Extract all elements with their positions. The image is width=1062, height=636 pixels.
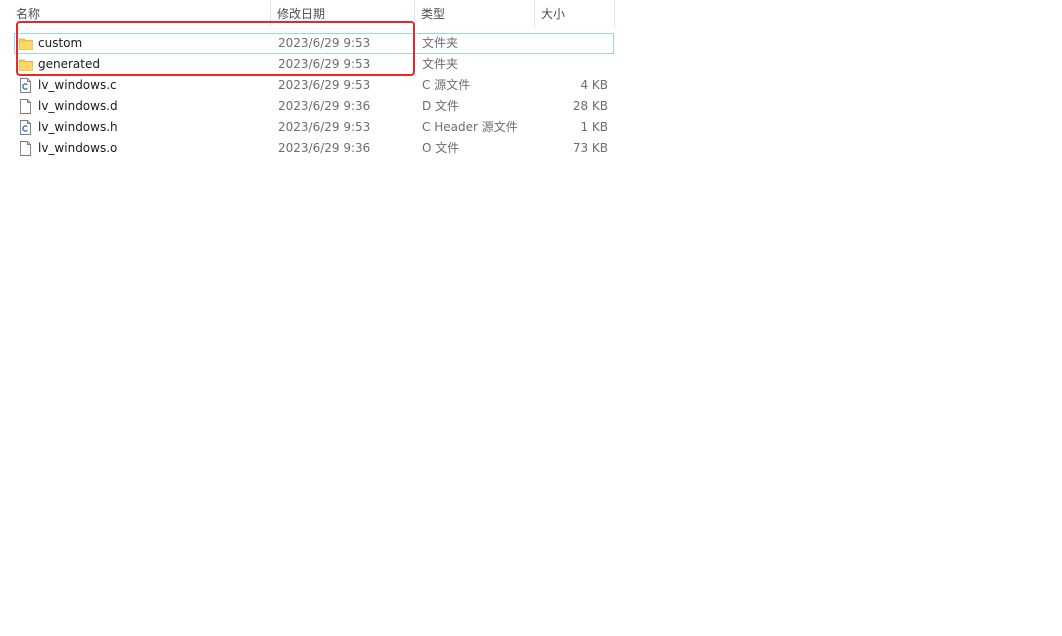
file-type: 文件夹 xyxy=(422,36,459,50)
column-header-date-label: 修改日期 xyxy=(277,7,326,21)
file-date: 2023/6/29 9:36 xyxy=(278,99,371,113)
file-name: lv_windows.c xyxy=(38,78,117,92)
file-date: 2023/6/29 9:36 xyxy=(278,141,371,155)
file-size: 4 KB xyxy=(580,78,608,92)
column-header-type[interactable]: 类型 xyxy=(415,0,535,28)
file-type: 文件夹 xyxy=(422,57,459,71)
file-size: 1 KB xyxy=(580,120,608,134)
file-name: lv_windows.h xyxy=(38,120,118,134)
red-highlight-box xyxy=(16,21,415,76)
file-name: lv_windows.o xyxy=(38,141,118,155)
file-date: 2023/6/29 9:53 xyxy=(278,120,371,134)
file-type: C 源文件 xyxy=(422,78,471,92)
file-size xyxy=(534,33,608,54)
file-size: 73 KB xyxy=(572,141,608,155)
file-size xyxy=(534,54,608,75)
generic-file-icon xyxy=(19,138,33,159)
file-type: D 文件 xyxy=(422,99,460,113)
c-source-file-icon xyxy=(19,75,33,96)
file-type: O 文件 xyxy=(422,141,460,155)
c-header-file-icon xyxy=(19,117,33,138)
file-date: 2023/6/29 9:53 xyxy=(278,78,371,92)
file-row-lv-windows-c[interactable]: lv_windows.c 2023/6/29 9:53 C 源文件 4 KB xyxy=(14,75,614,96)
sort-ascending-icon: ^ xyxy=(136,0,146,4)
file-row-lv-windows-d[interactable]: lv_windows.d 2023/6/29 9:36 D 文件 28 KB xyxy=(14,96,614,117)
file-row-lv-windows-h[interactable]: lv_windows.h 2023/6/29 9:53 C Header 源文件… xyxy=(14,117,614,138)
column-header-size-label: 大小 xyxy=(541,7,566,21)
column-header-name-label: 名称 xyxy=(16,7,41,21)
column-header-size[interactable]: 大小 xyxy=(535,0,615,28)
generic-file-icon xyxy=(19,96,33,117)
file-type: C Header 源文件 xyxy=(422,120,518,134)
file-size: 28 KB xyxy=(572,99,608,113)
column-header-type-label: 类型 xyxy=(421,7,446,21)
file-name: lv_windows.d xyxy=(38,99,118,113)
file-row-lv-windows-o[interactable]: lv_windows.o 2023/6/29 9:36 O 文件 73 KB xyxy=(14,138,614,159)
